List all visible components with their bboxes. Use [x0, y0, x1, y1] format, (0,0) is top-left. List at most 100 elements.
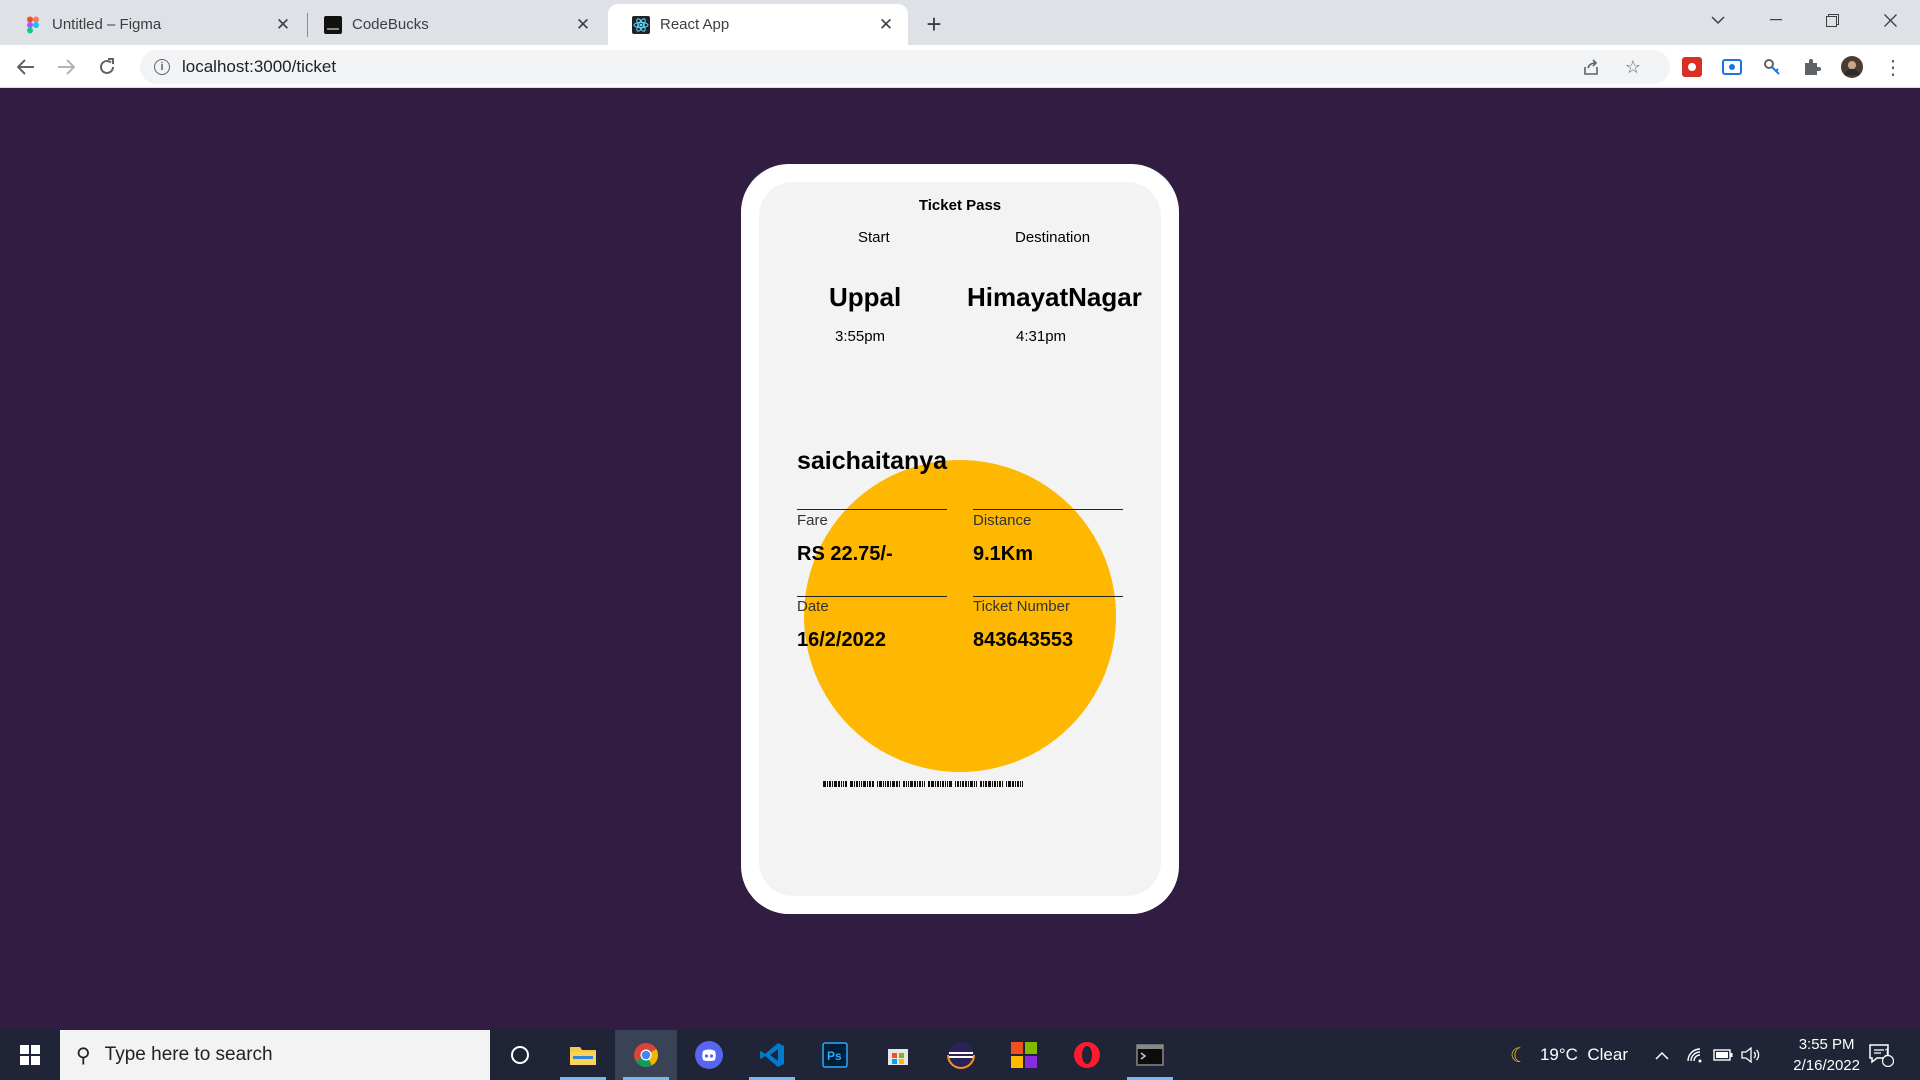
address-bar[interactable]: i localhost:3000/ticket ☆	[140, 50, 1670, 84]
opera-icon[interactable]	[1056, 1030, 1118, 1080]
notification-count: 1	[1884, 1047, 1891, 1059]
barcode-bar	[850, 781, 853, 787]
tab-title: CodeBucks	[352, 16, 429, 33]
battery-icon[interactable]	[1713, 1030, 1733, 1080]
screen-capture-icon[interactable]	[1721, 56, 1743, 78]
barcode-bar	[863, 781, 866, 787]
barcode-bar	[945, 781, 946, 787]
ticket-title: Ticket Pass	[918, 197, 1002, 214]
taskbar-search[interactable]: ⚲ Type here to search	[60, 1030, 490, 1080]
tab-codebucks[interactable]: CodeBucks ✕	[300, 4, 605, 45]
close-window-button[interactable]	[1862, 0, 1918, 40]
bookmark-star-icon[interactable]: ☆	[1622, 56, 1644, 78]
volume-icon[interactable]	[1741, 1030, 1761, 1080]
barcode-bar	[1020, 781, 1021, 787]
barcode-bar	[914, 781, 916, 787]
file-explorer-icon[interactable]	[552, 1030, 614, 1080]
ticket-card: Ticket Pass Start Destination Uppal Hima…	[759, 182, 1161, 896]
discord-icon[interactable]	[678, 1030, 740, 1080]
tab-title: Untitled – Figma	[52, 16, 162, 33]
show-hidden-icons-chevron-icon[interactable]	[1655, 1030, 1669, 1080]
barcode-bar	[985, 781, 987, 787]
barcode	[823, 781, 1075, 788]
barcode-bar	[965, 781, 967, 787]
barcode-bar	[999, 781, 1001, 787]
tab-figma[interactable]: Untitled – Figma ✕	[0, 4, 305, 45]
ms-office-icon[interactable]	[993, 1030, 1055, 1080]
barcode-bar	[922, 781, 923, 787]
restore-button[interactable]	[1804, 0, 1860, 40]
taskbar: ⚲ Type here to search Ps ☾ 19°C Clear 3:…	[0, 1030, 1920, 1080]
more-menu-icon[interactable]: ⋮	[1882, 56, 1904, 79]
barcode-bar	[887, 781, 889, 787]
barcode-bar	[949, 781, 952, 787]
barcode-bar	[994, 781, 996, 787]
barcode-bar	[955, 781, 956, 787]
barcode-bar	[890, 781, 891, 787]
clock-time: 3:55 PM	[1798, 1036, 1855, 1053]
barcode-bar	[957, 781, 959, 787]
divider	[973, 509, 1123, 510]
url-text[interactable]: localhost:3000/ticket	[182, 57, 336, 77]
terminal-icon[interactable]	[1119, 1030, 1181, 1080]
barcode-bar	[832, 781, 833, 787]
fare-value: RS 22.75/-	[797, 543, 893, 565]
divider	[797, 509, 947, 510]
profile-avatar[interactable]	[1841, 56, 1863, 78]
barcode-bar	[935, 781, 936, 787]
notifications-icon[interactable]: 1	[1868, 1030, 1894, 1080]
chrome-icon[interactable]	[615, 1030, 677, 1080]
barcode-bar	[1022, 781, 1023, 787]
system-clock[interactable]: 3:55 PM 2/16/2022	[1793, 1034, 1860, 1076]
store-icon[interactable]	[867, 1030, 929, 1080]
extension-red-icon[interactable]	[1681, 56, 1703, 78]
barcode-bar	[872, 781, 874, 787]
wifi-icon[interactable]	[1686, 1030, 1704, 1080]
barcode-bar	[838, 781, 840, 787]
close-tab-icon[interactable]: ✕	[273, 15, 293, 35]
search-icon: ⚲	[76, 1044, 91, 1067]
divider	[973, 596, 1123, 597]
barcode-bar	[892, 781, 895, 787]
extensions-puzzle-icon[interactable]	[1801, 56, 1823, 78]
close-tab-icon[interactable]: ✕	[573, 15, 593, 35]
new-tab-button[interactable]: +	[918, 8, 950, 40]
barcode-bar	[974, 781, 975, 787]
forward-arrow-icon[interactable]	[50, 51, 82, 83]
weather-widget[interactable]: ☾ 19°C Clear	[1510, 1030, 1628, 1080]
barcode-bar	[1017, 781, 1019, 787]
windows-start-icon[interactable]	[0, 1030, 60, 1080]
tab-react-app[interactable]: React App ✕	[608, 4, 908, 45]
back-arrow-icon[interactable]	[10, 51, 42, 83]
clock-date: 2/16/2022	[1793, 1057, 1860, 1074]
reload-icon[interactable]	[91, 51, 123, 83]
tab-title: React App	[660, 16, 730, 33]
close-tab-icon[interactable]: ✕	[876, 15, 896, 35]
svg-text:Ps: Ps	[827, 1049, 842, 1063]
minimize-button[interactable]	[1748, 0, 1804, 40]
barcode-bar	[937, 781, 939, 787]
photoshop-icon[interactable]: Ps	[804, 1030, 866, 1080]
destination-label: Destination	[1015, 229, 1091, 246]
vscode-icon[interactable]	[741, 1030, 803, 1080]
tab-search-chevron-icon[interactable]	[1690, 0, 1746, 40]
share-icon[interactable]	[1580, 56, 1602, 78]
key-extension-icon[interactable]	[1761, 56, 1783, 78]
destination-time: 4:31pm	[1016, 328, 1067, 345]
barcode-bar	[1002, 781, 1003, 787]
barcode-bar	[879, 781, 882, 787]
barcode-bar	[942, 781, 944, 787]
cortana-icon[interactable]	[489, 1030, 551, 1080]
barcode-bar	[861, 781, 862, 787]
barcode-bar	[903, 781, 905, 787]
barcode-bar	[968, 781, 969, 787]
barcode-bar	[988, 781, 991, 787]
site-info-icon[interactable]: i	[154, 59, 170, 75]
eclipse-icon[interactable]	[930, 1030, 992, 1080]
barcode-bar	[917, 781, 918, 787]
barcode-bar	[910, 781, 913, 787]
barcode-bar	[829, 781, 831, 787]
weather-text: 19°C Clear	[1539, 1045, 1628, 1064]
barcode-bar	[1008, 781, 1011, 787]
barcode-bar	[827, 781, 828, 787]
